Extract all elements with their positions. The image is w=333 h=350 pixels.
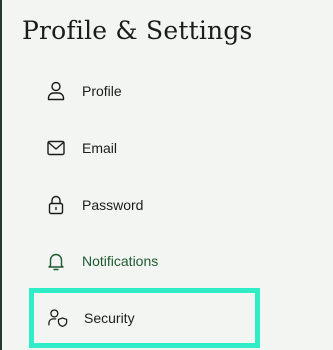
person-shield-icon	[48, 308, 68, 328]
menu-item-email[interactable]: Email	[34, 120, 259, 176]
menu-item-label: Security	[84, 310, 135, 326]
padlock-icon	[46, 195, 66, 215]
left-border	[0, 0, 2, 350]
menu-item-password[interactable]: Password	[34, 177, 259, 233]
bell-icon	[46, 251, 66, 271]
menu-item-notifications[interactable]: Notifications	[34, 233, 259, 289]
menu-item-label: Password	[82, 197, 144, 213]
page-title: Profile & Settings	[22, 16, 253, 45]
menu-item-security[interactable]: Security	[29, 288, 260, 348]
menu-item-label: Email	[82, 140, 118, 156]
menu-item-profile[interactable]: Profile	[34, 63, 259, 119]
person-icon	[46, 81, 66, 101]
menu-item-label: Profile	[82, 83, 122, 99]
envelope-icon	[46, 138, 66, 158]
menu-item-label: Notifications	[82, 253, 159, 269]
